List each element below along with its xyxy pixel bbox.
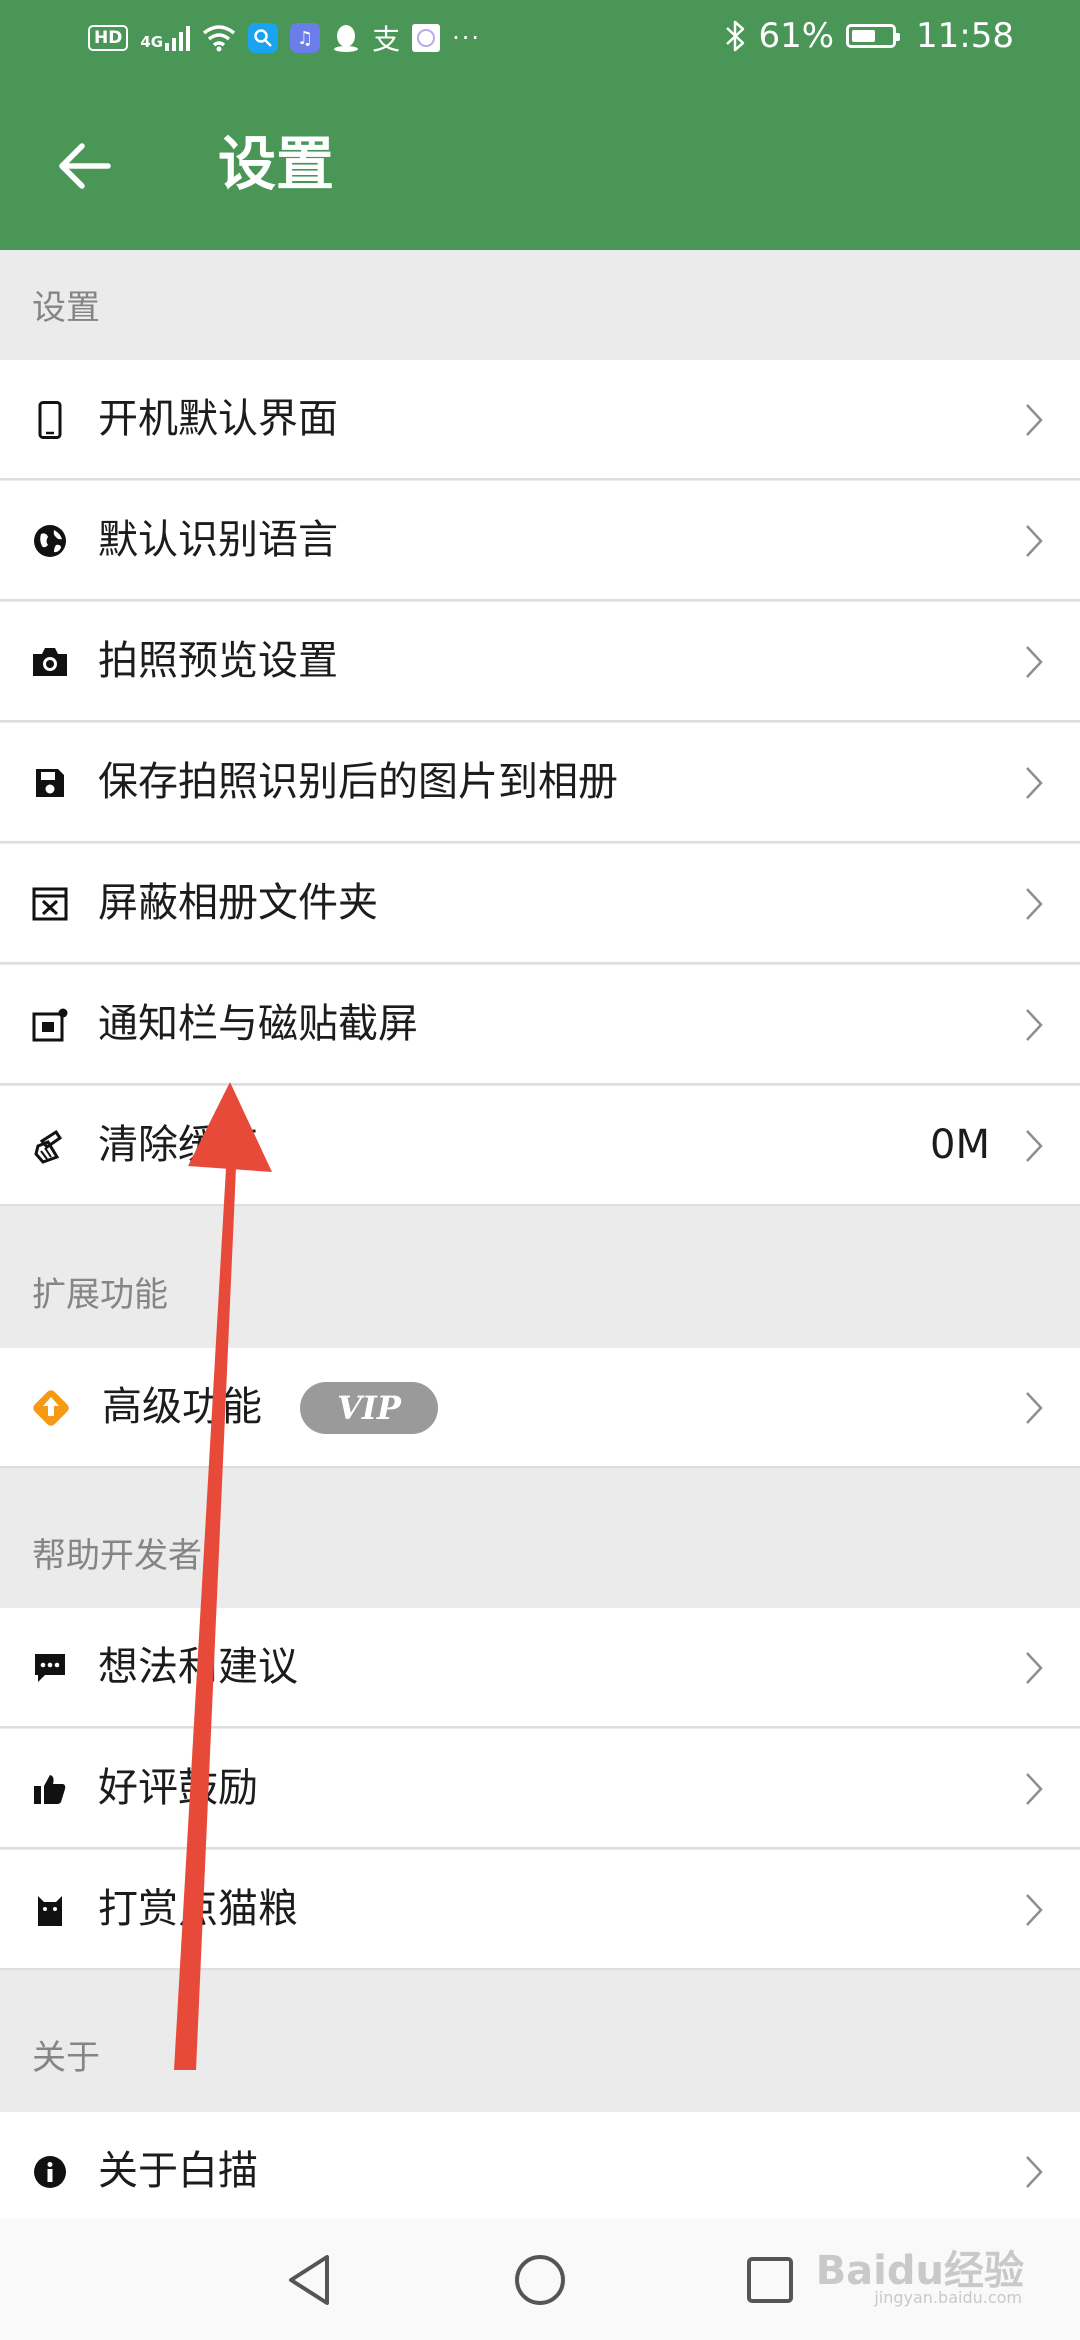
battery-icon: [846, 24, 901, 48]
clock: 11:58: [916, 16, 1014, 56]
chevron-right-icon: [1026, 1773, 1043, 1805]
feedback-icon: [28, 1646, 72, 1690]
chevron-right-icon: [1026, 2156, 1043, 2188]
setting-label: 清除缓存: [98, 1122, 258, 1168]
chevron-right-icon: [1026, 1392, 1043, 1424]
thumbs-up-icon: [28, 1767, 72, 1811]
circle-home-icon: [515, 2255, 565, 2305]
square-recents-icon: [747, 2257, 793, 2303]
music-app-icon: ♫: [290, 23, 321, 53]
setting-feedback[interactable]: 想法和建议: [0, 1608, 1080, 1728]
page-title: 设置: [218, 130, 335, 198]
section-header-help-developer: 帮助开发者: [0, 1468, 1080, 1608]
setting-clear-cache[interactable]: 清除缓存 0M: [0, 1086, 1080, 1206]
setting-label: 保存拍照识别后的图片到相册: [98, 759, 618, 805]
battery-percent: 61%: [758, 16, 835, 56]
screenshot-icon: [28, 1003, 72, 1047]
section-header-about: 关于: [0, 1970, 1080, 2112]
setting-hidden-folders[interactable]: 屏蔽相册文件夹: [0, 844, 1080, 964]
nav-back-button[interactable]: [280, 2250, 340, 2310]
info-icon: [28, 2150, 72, 2194]
cat-icon: [28, 1888, 72, 1932]
nav-home-button[interactable]: [510, 2250, 570, 2310]
arrow-left-icon: [59, 143, 111, 189]
status-bar: HD 4G ♫ 支 ··· 61% 11:58: [0, 0, 1080, 82]
setting-rate-app[interactable]: 好评鼓励: [0, 1729, 1080, 1849]
setting-label: 关于白描: [98, 2148, 258, 2194]
chevron-right-icon: [1026, 767, 1043, 799]
chevron-right-icon: [1026, 1652, 1043, 1684]
setting-label: 高级功能: [102, 1384, 262, 1430]
phone-icon: [28, 398, 72, 442]
setting-label: 通知栏与磁贴截屏: [98, 1001, 418, 1047]
setting-label: 默认识别语言: [98, 517, 338, 563]
chevron-right-icon: [1026, 888, 1043, 920]
chevron-right-icon: [1026, 525, 1043, 557]
setting-save-photos[interactable]: 保存拍照识别后的图片到相册: [0, 723, 1080, 843]
setting-label: 打赏点猫粮: [98, 1886, 298, 1932]
alipay-icon: 支: [372, 23, 401, 56]
premium-diamond-icon: [26, 1383, 76, 1433]
chevron-right-icon: [1026, 646, 1043, 678]
search-app-icon: [248, 23, 279, 53]
setting-label: 开机默认界面: [98, 396, 338, 442]
chevron-right-icon: [1026, 404, 1043, 436]
setting-camera-preview[interactable]: 拍照预览设置: [0, 602, 1080, 722]
setting-default-language[interactable]: 默认识别语言: [0, 481, 1080, 601]
broom-icon: [28, 1124, 72, 1168]
section-header-extensions: 扩展功能: [0, 1206, 1080, 1348]
triangle-back-icon: [289, 2255, 329, 2305]
app-bar: 设置: [0, 82, 1080, 250]
setting-notification-screenshot[interactable]: 通知栏与磁贴截屏: [0, 965, 1080, 1085]
bluetooth-icon: [726, 20, 745, 52]
vip-badge: VIP: [300, 1382, 438, 1434]
watermark-url: jingyan.baidu.com: [874, 2288, 1022, 2307]
more-notifications-icon: ···: [452, 24, 481, 52]
chevron-right-icon: [1026, 1009, 1043, 1041]
camera-icon: [28, 640, 72, 684]
setting-premium-features[interactable]: 高级功能 VIP: [0, 1348, 1080, 1468]
chevron-right-icon: [1026, 1130, 1043, 1162]
section-header-settings: 设置: [0, 250, 1080, 360]
qq-icon: [334, 25, 359, 52]
setting-label: 屏蔽相册文件夹: [98, 880, 378, 926]
hidden-folder-icon: [28, 882, 72, 926]
setting-about-app[interactable]: 关于白描: [0, 2112, 1080, 2232]
chevron-right-icon: [1026, 1894, 1043, 1926]
back-button[interactable]: [52, 134, 116, 198]
wifi-icon: [203, 25, 236, 52]
save-icon: [28, 761, 72, 805]
hd-voice-icon: HD: [88, 25, 129, 51]
status-left-icons: HD 4G ♫ 支 ···: [88, 18, 481, 58]
app-ring-icon: [412, 24, 441, 52]
cellular-signal-icon: 4G: [140, 25, 191, 51]
setting-label: 拍照预览设置: [98, 638, 338, 684]
setting-label: 想法和建议: [98, 1644, 298, 1690]
setting-default-screen[interactable]: 开机默认界面: [0, 360, 1080, 480]
setting-donate[interactable]: 打赏点猫粮: [0, 1850, 1080, 1970]
nav-recents-button[interactable]: [740, 2250, 800, 2310]
setting-label: 好评鼓励: [98, 1765, 258, 1811]
status-right-icons: 61% 11:58: [724, 16, 1014, 56]
globe-icon: [28, 519, 72, 563]
cache-size: 0M: [930, 1122, 990, 1168]
